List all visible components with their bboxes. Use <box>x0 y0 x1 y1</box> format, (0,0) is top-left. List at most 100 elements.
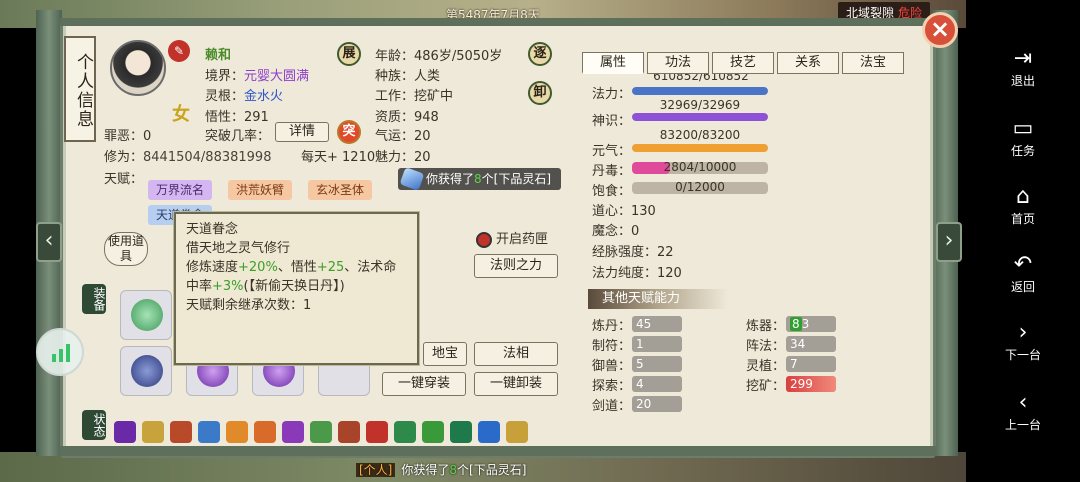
next-icon: › <box>1018 320 1028 345</box>
avatar-edit-icon[interactable]: ✎ <box>168 40 190 62</box>
unequip-all-button[interactable]: 一键卸装 <box>474 372 558 396</box>
next-character-arrow-icon[interactable]: › <box>936 222 962 262</box>
pill-box-icon <box>476 231 492 248</box>
forge-label: 炼器： <box>746 319 786 334</box>
close-button[interactable]: × <box>922 12 958 48</box>
tooltip-effect-2: 中率+3%(【新偷天换日丹】) <box>186 277 407 296</box>
back-icon: ↶ <box>1013 252 1033 277</box>
effect-text: 修炼速度 <box>186 260 239 275</box>
open-pill-label: 开启药匣 <box>496 232 549 247</box>
work-row: 工作：挖矿中 <box>375 85 453 104</box>
tab-skills[interactable]: 功法 <box>647 52 709 74</box>
buff-icon[interactable] <box>198 421 220 443</box>
expand-button[interactable]: 展 <box>337 42 361 66</box>
buff-icon[interactable] <box>226 421 248 443</box>
buff-icon[interactable] <box>422 421 444 443</box>
nav-prev[interactable]: ‹ 上一台 <box>966 390 1080 434</box>
hp-value: 610852/610852 <box>653 74 749 83</box>
buff-icon[interactable] <box>142 421 164 443</box>
status-tag: 状态 <box>82 410 106 440</box>
use-item-button[interactable]: 使用道具 <box>104 232 148 266</box>
tab-treasures[interactable]: 法宝 <box>842 52 904 74</box>
law-form-button[interactable]: 法相 <box>474 342 558 366</box>
tab-relations[interactable]: 关系 <box>777 52 839 74</box>
talent-tooltip: 天道眷念 借天地之灵气修行 修炼速度+20%、悟性+25、法术命 中率+3%(【… <box>174 212 419 365</box>
beast-label: 御兽： <box>592 359 632 374</box>
sense-bar <box>632 113 768 121</box>
earth-treasure-button[interactable]: 地宝 <box>423 342 467 366</box>
equip-slot-2[interactable] <box>120 346 172 396</box>
law-power-button[interactable]: 法则之力 <box>474 254 558 278</box>
vital-label: 元气： <box>592 144 632 159</box>
talent-chip[interactable]: 万界流名 <box>148 180 213 200</box>
insight-row: 悟性：291 <box>205 106 269 125</box>
equip-all-button[interactable]: 一键穿装 <box>382 372 466 396</box>
open-pill-toggle[interactable]: 开启药匣 <box>476 228 548 248</box>
age-row: 年龄：486岁/5050岁 <box>375 45 502 64</box>
age-value: 486岁/5050岁 <box>414 49 503 64</box>
buff-icon[interactable] <box>394 421 416 443</box>
luck-row: 气运：20 <box>375 125 431 144</box>
buff-icon[interactable] <box>506 421 528 443</box>
purity-label: 法力纯度： <box>592 266 658 281</box>
sword-label: 剑道： <box>592 399 632 414</box>
effect-text: 、悟性 <box>277 260 317 275</box>
tab-attributes[interactable]: 属性 <box>582 52 644 74</box>
nav-home-label: 首页 <box>1010 212 1035 226</box>
cultivation-label: 修为： <box>104 150 144 165</box>
charm-value: 20 <box>414 150 431 165</box>
breakthrough-button[interactable]: 突 <box>337 120 361 144</box>
robe-icon <box>131 355 163 387</box>
nav-back[interactable]: ↶ 返回 <box>966 252 1080 296</box>
nav-home[interactable]: ⌂ 首页 <box>966 184 1080 228</box>
dao-value: 130 <box>631 204 656 219</box>
nav-next[interactable]: › 下一台 <box>966 320 1080 364</box>
nav-back-label: 返回 <box>1010 280 1035 294</box>
nav-exit[interactable]: ⇥ 退出 <box>966 46 1080 90</box>
android-nav-bar: ⇥ 退出 ▭ 任务 ⌂ 首页 ↶ 返回 › 下一台 ‹ 上一台 <box>966 0 1080 482</box>
notify-post: 个[下品灵石] <box>481 172 552 186</box>
panel-frame-bottom <box>60 446 936 456</box>
tooltip-effect: 修炼速度+20%、悟性+25、法术命 <box>186 258 407 277</box>
detail-button[interactable]: 详情 <box>275 122 329 142</box>
tooltip-inherit: 天赋剩余继承次数：1 <box>186 298 312 313</box>
unload-button[interactable]: 卸 <box>528 81 552 105</box>
escape-button[interactable]: 逐 <box>528 42 552 66</box>
floating-assist-button[interactable] <box>36 328 84 376</box>
alchemy-value: 45 <box>632 316 682 332</box>
logout-icon: ⇥ <box>1013 46 1033 71</box>
talent-chip[interactable]: 玄冰圣体 <box>308 180 373 200</box>
prev-character-arrow-icon[interactable]: ‹ <box>36 222 62 262</box>
buff-icon[interactable] <box>282 421 304 443</box>
equip-slot-1[interactable] <box>120 290 172 340</box>
tab-arts[interactable]: 技艺 <box>712 52 774 74</box>
explore-value: 4 <box>632 376 682 392</box>
buff-icon[interactable] <box>338 421 360 443</box>
alchemy-label: 炼丹： <box>592 319 632 334</box>
effect-value: +3% <box>212 279 244 294</box>
avatar[interactable] <box>110 40 166 96</box>
other-talent-header: 其他天赋能力 <box>588 289 728 309</box>
plant-label: 灵植： <box>746 359 786 374</box>
effect-value: +25 <box>316 260 345 275</box>
effect-text: 、法术命 <box>344 260 397 275</box>
vital-value: 83200/83200 <box>659 128 741 142</box>
buff-icon[interactable] <box>254 421 276 443</box>
nav-task[interactable]: ▭ 任务 <box>966 116 1080 160</box>
mana-label: 法力： <box>592 87 632 102</box>
vital-fill <box>632 144 768 152</box>
race-label: 种族： <box>375 69 415 84</box>
buff-icon[interactable] <box>450 421 472 443</box>
meridian-value: 22 <box>657 245 674 260</box>
buff-icon[interactable] <box>310 421 332 443</box>
chat-post: 个[下品灵石] <box>457 463 527 477</box>
talent-chip[interactable]: 洪荒妖臂 <box>228 180 293 200</box>
buff-icon[interactable] <box>170 421 192 443</box>
array-value: 34 <box>786 336 836 352</box>
buff-icon[interactable] <box>114 421 136 443</box>
poison-label: 丹毒： <box>592 164 632 179</box>
buff-icon[interactable] <box>478 421 500 443</box>
purity-value: 120 <box>657 266 682 281</box>
buff-icon[interactable] <box>366 421 388 443</box>
forge-value-rest: 3 <box>801 317 810 331</box>
